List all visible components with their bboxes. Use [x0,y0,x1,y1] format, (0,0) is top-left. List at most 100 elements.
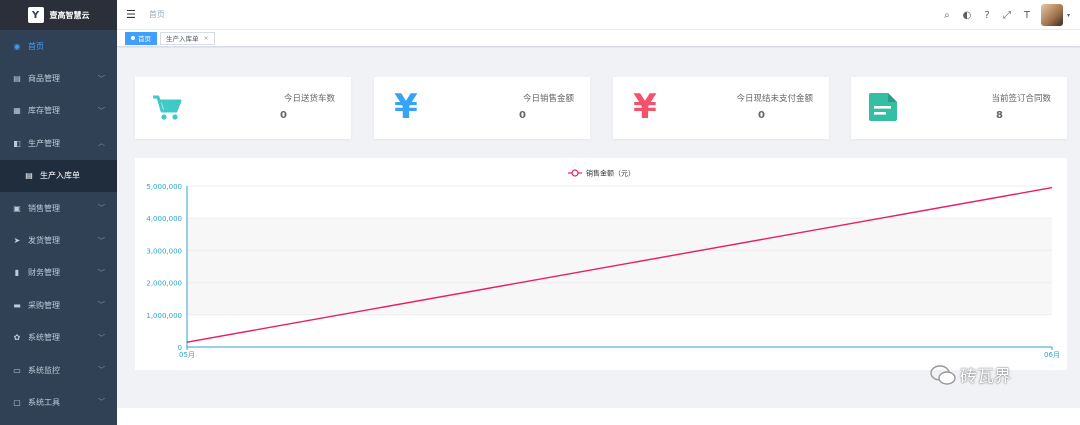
font-size-icon[interactable]: T [1021,10,1033,21]
card-label: 今日销售金额 [522,94,574,104]
sidebar-item-11[interactable]: ▢ 系统工具 ﹀ [0,386,117,418]
chevron-down-icon: ﹀ [98,366,105,375]
help-icon[interactable]: ? [981,10,993,21]
sidebar-item-1[interactable]: ▤ 商品管理 ﹀ [0,62,117,94]
legend-marker [571,169,579,177]
logo[interactable]: Y 壹高智慧云 [0,0,117,30]
sidebar-item-2[interactable]: ▦ 库存管理 ﹀ [0,95,117,127]
chevron-down-icon[interactable]: ▾ [1067,12,1070,19]
goods-icon: ▤ [13,74,21,84]
grid-band [187,282,1052,315]
tag-production-inbound[interactable]: 生产入库单 × [160,31,215,45]
tag-label: 生产入库单 [166,35,199,43]
chevron-down-icon: ﹀ [98,268,105,277]
card-unpaid-amount[interactable]: ¥ 今日现结未支付金额 0 [613,77,829,139]
sidebar-item-label: 采购管理 [28,300,60,310]
navbar: ☰ 首页 ⌕ ◐ ? ⤢ T ▾ [117,0,1080,30]
card-delivery-trucks[interactable]: 今日送货车数 0 [135,77,351,139]
y-tick-label: 1,000,000 [146,312,182,320]
card-label: 今日现结未支付金额 [736,94,813,104]
breadcrumb[interactable]: 首页 [149,9,165,20]
wechat-icon [930,364,956,385]
sidebar-item-label: 生产入库单 [40,171,80,181]
chevron-down-icon: ﹀ [98,301,105,310]
sidebar-item-label: 发货管理 [28,236,60,246]
chart-svg: 01,000,0002,000,0003,000,0004,000,0005,0… [146,169,1060,360]
sidebar: Y 壹高智慧云 ◉ 首页 ▤ 商品管理 ﹀ ▦ 库存管理 ﹀ ◧ 生产管理 ︿ ▤ 生产入库单 ▣ 销售管理… [0,0,117,425]
sidebar-item-3[interactable]: ◧ 生产管理 ︿ [0,127,117,159]
close-icon[interactable]: × [204,35,209,42]
sidebar-item-label: 商品管理 [28,74,60,84]
tag-label: 首页 [138,35,151,43]
dashboard-icon: ◉ [13,41,21,51]
grid-band [187,186,1052,219]
sales-line-chart: 0 1,000,000 2,000,000 3,000,000 4,000,000 5,0… [135,158,1067,370]
card-value: 0 [519,110,526,121]
purchase-icon: ▬ [13,300,21,310]
search-icon[interactable]: ⌕ [941,10,953,21]
sidebar-item-6[interactable]: ➤ 发货管理 ﹀ [0,224,117,256]
card-value: 8 [996,110,1003,121]
footer-strip [117,408,1080,425]
chevron-up-icon: ︿ [98,139,105,148]
send-icon: ➤ [13,236,21,246]
yen-unpaid-icon: ¥ [633,87,657,127]
tags-view: 首页 生产入库单 × [117,30,1080,47]
legend-label: 销售金额（元） [586,169,635,178]
logo-text: 壹高智慧云 [49,10,90,20]
x-tick-label: 06月 [1044,351,1060,359]
card-contracts[interactable]: 当前签订合同数 8 [851,77,1067,139]
fullscreen-icon[interactable]: ⤢ [1001,10,1013,21]
sidebar-item-label: 系统管理 [28,333,60,343]
sidebar-item-10[interactable]: ▭ 系统监控 ﹀ [0,354,117,386]
sidebar-item-label: 销售管理 [28,203,60,213]
watermark-text: 砖瓦界 [960,367,1011,387]
y-tick-label: 2,000,000 [146,280,182,288]
sidebar-menu: ◉ 首页 ▤ 商品管理 ﹀ ▦ 库存管理 ﹀ ◧ 生产管理 ︿ ▤ 生产入库单 ▣ 销售管理 ﹀ ➤ 发货管理 ﹀ ▮… [0,30,117,419]
logo-mark-icon: Y [27,7,44,23]
y-tick-label: 5,000,000 [146,183,182,191]
card-value: 0 [280,110,287,121]
yen-icon: ¥ [394,87,418,127]
avatar[interactable] [1040,4,1063,26]
finance-icon: ▮ [14,268,20,278]
y-tick-label: 3,000,000 [146,247,182,255]
sales-icon: ▣ [13,203,21,213]
github-icon[interactable]: ◐ [961,10,973,21]
active-dot-icon [131,36,135,40]
inventory-icon: ▦ [13,106,21,116]
sidebar-item-label: 生产管理 [28,138,60,148]
grid-band [187,250,1052,283]
chevron-down-icon: ﹀ [98,398,105,407]
monitor-icon: ▭ [13,365,21,375]
x-tick-label: 05月 [179,351,195,359]
sidebar-item-label: 库存管理 [28,106,60,116]
sidebar-item-7[interactable]: ▮ 财务管理 ﹀ [0,257,117,289]
sidebar-item-label: 财务管理 [28,268,60,278]
chevron-down-icon: ﹀ [98,74,105,83]
sidebar-item-9[interactable]: ✿ 系统管理 ﹀ [0,322,117,354]
chevron-down-icon: ﹀ [98,236,105,245]
chevron-down-icon: ﹀ [98,204,105,213]
sidebar-item-label: 系统工具 [28,397,60,407]
toolbox-icon: ▢ [13,397,21,407]
gear-icon: ✿ [13,333,21,343]
header-right: ⌕ ◐ ? ⤢ T ▾ [941,0,1080,30]
watermark: 砖瓦界 [930,362,1011,387]
sidebar-item-0[interactable]: ◉ 首页 [0,30,117,62]
y-tick-label: 4,000,000 [146,215,182,223]
card-value: 0 [758,110,765,121]
hamburger-icon[interactable]: ☰ [126,8,136,21]
production-icon: ◧ [13,138,21,148]
tag-home[interactable]: 首页 [125,31,157,45]
card-label: 当前签订合同数 [991,94,1051,104]
sidebar-item-8[interactable]: ▬ 采购管理 ﹀ [0,289,117,321]
cart-icon [153,95,182,120]
sidebar-item-label: 首页 [28,41,44,51]
sidebar-item-5[interactable]: ▣ 销售管理 ﹀ [0,192,117,224]
contract-doc-icon [869,93,897,121]
chevron-down-icon: ﹀ [98,106,105,115]
sidebar-item-4[interactable]: ▤ 生产入库单 [0,159,117,192]
grid-band [187,218,1052,251]
card-sales-amount[interactable]: ¥ 今日销售金额 0 [374,77,590,139]
